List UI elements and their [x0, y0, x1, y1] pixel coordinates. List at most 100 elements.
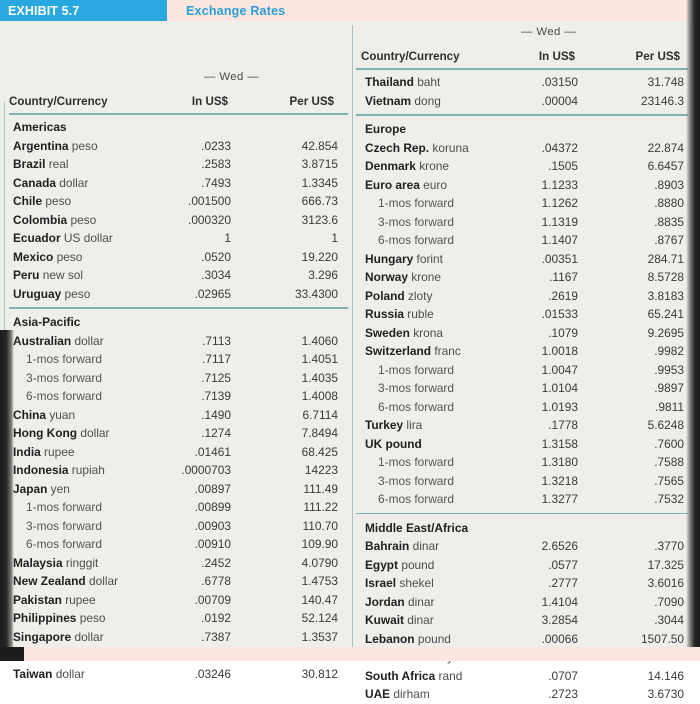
table-row: Vietnam dong .00004 23146.3	[356, 92, 692, 111]
rate-in-usd: 1.1319	[541, 214, 578, 229]
rate-per-usd: .7588	[654, 455, 684, 469]
currency-name: Lebanon pound	[365, 631, 451, 646]
currency-name: Israel shekel	[365, 576, 434, 590]
rate-per-usd: 5.6248	[647, 418, 684, 432]
table-row: Taiwan dollar .03246 30.812	[4, 665, 352, 684]
rate-in-usd: .0707	[548, 668, 578, 683]
table-row: UAE dirham .2723 3.6730	[356, 685, 692, 704]
table-row: Jordan dinar 1.4104 .7090	[356, 593, 692, 612]
currency-name: Chile peso	[13, 194, 72, 208]
rate-per-usd: 3123.6	[301, 212, 338, 227]
rate-in-usd: .2777	[548, 576, 578, 590]
currency-name: Hungary forint	[365, 251, 443, 266]
table-row: Thailand baht .03150 31.748	[356, 73, 692, 92]
table-row: UK pound 1.3158 .7600	[356, 435, 692, 454]
section-divider	[356, 512, 688, 514]
rate-in-usd: .7113	[202, 333, 231, 348]
rates-table-left: — Wed — Country/Currency In US$ Per US$ …	[4, 21, 352, 681]
currency-name: Asia-Pacific	[13, 315, 81, 329]
rate-per-usd: 42.854	[301, 138, 338, 153]
rate-in-usd: .00004	[541, 93, 578, 108]
rate-per-usd: .7090	[654, 594, 684, 609]
rate-per-usd: 1.4008	[301, 389, 338, 403]
left-header-country: Country/Currency	[9, 95, 108, 108]
currency-name: Switzerland franc	[365, 344, 461, 358]
table-row: Israel shekel .2777 3.6016	[356, 574, 692, 593]
rate-in-usd: .6778	[201, 574, 231, 588]
scan-shadow-left	[0, 330, 14, 661]
rates-table-right: — Wed — Country/Currency In US$ Per US$ …	[352, 21, 692, 701]
currency-name: Kuwait dinar	[365, 613, 434, 627]
currency-name: Argentina peso	[13, 138, 98, 153]
rate-in-usd: 1.0193	[541, 399, 578, 414]
table-row: Japan yen .00897 111.49	[4, 480, 352, 499]
table-row: Switzerland franc 1.0018 .9982	[356, 342, 692, 361]
currency-name: Norway krone	[365, 270, 442, 284]
currency-name: 3-mos forward	[26, 518, 102, 533]
rate-in-usd: .03246	[194, 666, 231, 681]
rate-in-usd: 2.6526	[541, 539, 578, 553]
table-row: Poland zloty .2619 3.8183	[356, 287, 692, 306]
rate-per-usd: 284.71	[647, 251, 684, 266]
table-row: Egypt pound .0577 17.325	[356, 556, 692, 575]
rate-per-usd: .3044	[654, 613, 684, 627]
rate-per-usd: 9.2695	[647, 325, 684, 340]
rate-per-usd: 3.6730	[647, 687, 684, 701]
rate-in-usd: .03150	[541, 75, 578, 89]
rate-per-usd: 4.0790	[301, 555, 338, 570]
rate-per-usd: .7532	[654, 492, 684, 506]
table-row: Czech Rep. koruna .04372 22.874	[356, 139, 692, 158]
exhibit-title: Exchange Rates	[186, 3, 286, 18]
rate-in-usd: .0577	[548, 557, 578, 572]
table-row: Indonesia rupiah .0000703 14223	[4, 461, 352, 480]
rate-per-usd: 68.425	[301, 444, 338, 459]
rate-in-usd: .2583	[201, 157, 231, 171]
table-row: 1-mos forward .00899 111.22	[4, 498, 352, 517]
rate-in-usd: 1.1262	[541, 196, 578, 210]
rate-in-usd: .001500	[188, 194, 231, 208]
left-header-in-usd: In US$	[191, 95, 228, 108]
rate-in-usd: 1	[224, 231, 231, 245]
currency-name: Vietnam dong	[365, 93, 441, 108]
rate-per-usd: .8880	[654, 196, 684, 210]
rate-per-usd: 3.6016	[647, 576, 684, 590]
rate-per-usd: 8.5728	[647, 270, 684, 284]
table-row: 6-mos forward 1.1407 .8767	[356, 231, 692, 250]
rate-in-usd: .0233	[201, 138, 231, 153]
table-row: Euro area euro 1.1233 .8903	[356, 176, 692, 195]
rate-per-usd: .7600	[654, 436, 684, 451]
currency-name: Egypt pound	[365, 557, 435, 572]
rate-per-usd: 1	[331, 231, 338, 245]
table-row: Hungary forint .00351 284.71	[356, 250, 692, 269]
rate-per-usd: 6.6457	[647, 159, 684, 173]
table-row: South Africa rand .0707 14.146	[356, 667, 692, 686]
currency-name: Turkey lira	[365, 418, 423, 432]
currency-name: Uruguay peso	[13, 286, 91, 301]
table-row: Sweden krona .1079 9.2695	[356, 324, 692, 343]
rate-in-usd: .3034	[201, 268, 231, 282]
rate-per-usd: 111.22	[303, 500, 338, 514]
table-row: Colombia peso .000320 3123.6	[4, 211, 352, 230]
left-header-per-usd: Per US$	[289, 95, 334, 108]
table-row: China yuan .1490 6.7114	[4, 406, 352, 425]
exhibit-number-label: EXHIBIT 5.7	[8, 3, 80, 18]
rate-per-usd: 6.7114	[302, 407, 339, 422]
page-bottom-band	[0, 647, 700, 661]
currency-name: Poland zloty	[365, 288, 433, 303]
table-row: 3-mos forward 1.3218 .7565	[356, 472, 692, 491]
rate-per-usd: .9811	[655, 399, 684, 414]
table-row: 6-mos forward .00910 109.90	[4, 535, 352, 554]
right-header-rule	[356, 68, 688, 70]
table-row: India rupee .01461 68.425	[4, 443, 352, 462]
currency-name: Malaysia ringgit	[13, 555, 99, 570]
rate-in-usd: .1490	[201, 407, 231, 422]
rate-in-usd: .1079	[548, 325, 578, 340]
currency-name: Japan yen	[13, 481, 70, 496]
rate-per-usd: 19.220	[301, 249, 338, 264]
left-header-rule	[9, 113, 348, 115]
currency-name: Singapore dollar	[13, 629, 104, 644]
rate-per-usd: 109.90	[301, 537, 338, 551]
rate-in-usd: .00910	[194, 537, 231, 551]
currency-name: 3-mos forward	[378, 214, 454, 229]
rate-per-usd: .8767	[654, 233, 684, 247]
